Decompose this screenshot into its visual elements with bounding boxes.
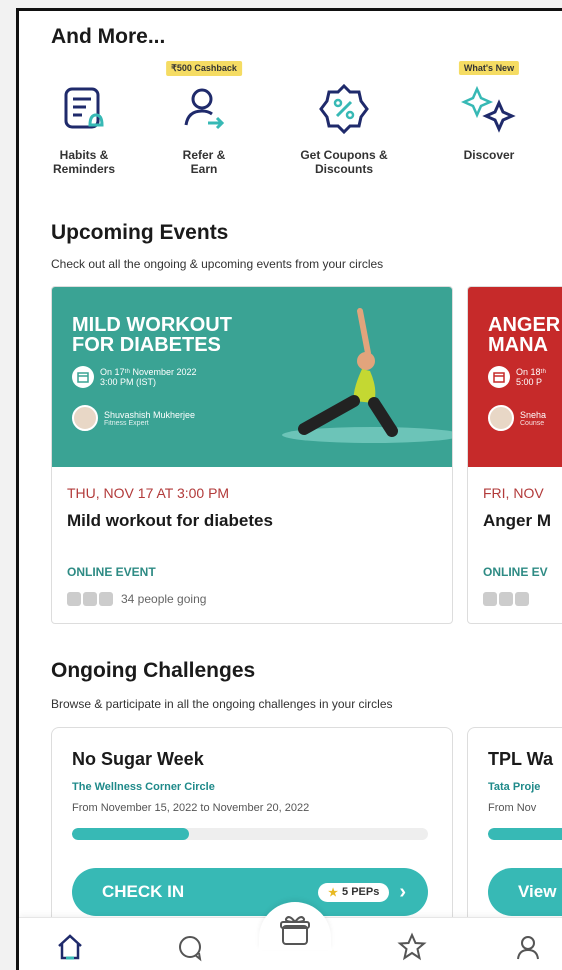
habits-label-1: Habits & (59, 148, 109, 162)
coupon-icon (319, 83, 369, 135)
event-card[interactable]: MILD WORKOUT FOR DIABETES On 17ᵗʰ Novemb… (51, 286, 453, 624)
event-type: ONLINE EV (483, 565, 548, 579)
attendees: 34 people going (67, 592, 206, 606)
calendar-icon (72, 366, 94, 388)
check-in-button[interactable]: CHECK IN ★ 5 PEPs › (72, 868, 428, 916)
pep-reward-badge: ★ 5 PEPs (318, 882, 390, 902)
bottom-nav (19, 902, 562, 970)
progress-fill (72, 828, 190, 840)
attendees (483, 592, 531, 606)
ongoing-challenges-subtitle: Browse & participate in all the ongoing … (51, 697, 393, 711)
whats-new-badge: What's New (458, 61, 520, 75)
progress-fill (488, 828, 562, 840)
banner-date: On 18ᵗʰ 5:00 P (488, 366, 546, 388)
chevron-right-icon: › (399, 880, 406, 903)
banner-host: Shuvashish Mukherjee Fitness Expert (72, 405, 195, 431)
banner-date: On 17ᵗʰ November 2022 3:00 PM (IST) (72, 366, 196, 388)
event-type: ONLINE EVENT (67, 565, 156, 579)
event-name: Anger M (483, 511, 551, 530)
challenge-name: TPL Wa (488, 749, 554, 769)
refer-earn-button[interactable]: ₹500 Cashback Refer & Earn (149, 61, 259, 176)
ongoing-challenges-title: Ongoing Challenges (51, 659, 256, 682)
banner-host: Sneha Counse (488, 405, 546, 431)
refer-label-1: Refer & (182, 148, 226, 162)
yoga-illustration (282, 308, 452, 443)
challenge-date-range: From Nov (488, 802, 537, 814)
challenge-circle[interactable]: Tata Proje (488, 781, 540, 793)
refer-label-2: Earn (190, 162, 218, 176)
attendee-avatars (483, 592, 531, 606)
chat-icon[interactable] (175, 932, 205, 962)
coupons-label-2: Discounts (314, 162, 373, 176)
attendee-avatars (67, 592, 115, 606)
calendar-icon (488, 366, 510, 388)
habits-reminders-button[interactable]: Habits & Reminders (29, 69, 139, 176)
coupons-label-1: Get Coupons & (300, 148, 388, 162)
view-button[interactable]: View (488, 868, 562, 916)
gift-icon[interactable] (277, 912, 313, 948)
discover-button[interactable]: What's New Discover (439, 61, 539, 162)
event-name: Mild workout for diabetes (67, 511, 273, 530)
home-icon[interactable] (55, 932, 85, 962)
sparkle-icon (460, 85, 516, 133)
coupons-button[interactable]: Get Coupons & Discounts (289, 69, 399, 176)
star-icon: ★ (328, 886, 339, 899)
event-card[interactable]: ANGER MANA On 18ᵗʰ 5:00 P Sneha Counse F… (467, 286, 562, 624)
challenge-progress (488, 828, 562, 840)
host-avatar (488, 405, 514, 431)
view-label: View (518, 882, 557, 901)
challenge-card[interactable]: No Sugar Week The Wellness Corner Circle… (51, 727, 453, 937)
event-date: FRI, NOV (483, 485, 544, 501)
check-in-label: CHECK IN (102, 882, 185, 901)
banner-title: MILD WORKOUT FOR DIABETES (72, 314, 232, 356)
habits-label-2: Reminders (52, 162, 116, 176)
going-count: 34 people going (121, 592, 207, 606)
profile-icon[interactable] (513, 932, 543, 962)
challenge-date-range: From November 15, 2022 to November 20, 2… (72, 802, 310, 814)
pep-reward-label: 5 PEPs (342, 886, 380, 898)
upcoming-events-subtitle: Check out all the ongoing & upcoming eve… (51, 257, 384, 271)
banner-title: ANGER MANA (488, 314, 561, 356)
cashback-badge: ₹500 Cashback (166, 61, 242, 76)
challenge-progress (72, 828, 428, 840)
challenge-card[interactable]: TPL Wa Tata Proje From Nov View (467, 727, 562, 937)
event-date: THU, NOV 17 AT 3:00 PM (67, 485, 230, 501)
app-screen: And More... Habits & Reminders ₹500 Cash… (16, 8, 562, 970)
habits-reminders-icon (64, 87, 104, 129)
challenge-circle[interactable]: The Wellness Corner Circle (72, 781, 215, 793)
refer-earn-icon (184, 88, 225, 130)
star-icon[interactable] (397, 932, 427, 962)
discover-label: Discover (463, 148, 515, 162)
host-avatar (72, 405, 98, 431)
event-banner: MILD WORKOUT FOR DIABETES On 17ᵗʰ Novemb… (52, 287, 452, 467)
and-more-title: And More... (51, 25, 166, 48)
upcoming-events-title: Upcoming Events (51, 221, 229, 244)
event-banner: ANGER MANA On 18ᵗʰ 5:00 P Sneha Counse (468, 287, 562, 467)
challenge-name: No Sugar Week (72, 749, 204, 769)
